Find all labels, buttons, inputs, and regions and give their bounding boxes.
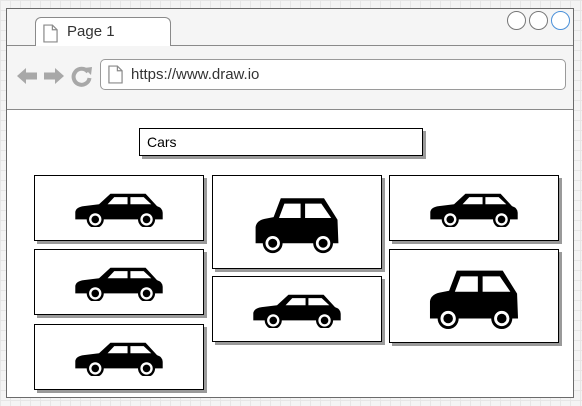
tab-label: Page 1 <box>67 23 115 40</box>
document-icon <box>108 65 123 84</box>
result-card[interactable] <box>389 175 559 241</box>
car-icon <box>71 189 167 227</box>
result-card[interactable] <box>212 276 382 342</box>
result-card[interactable] <box>34 249 204 315</box>
car-icon <box>71 263 167 301</box>
close-button[interactable] <box>551 11 570 30</box>
tab-page-1[interactable]: Page 1 <box>35 17 171 46</box>
address-bar[interactable]: https://www.draw.io <box>100 59 566 90</box>
window-controls <box>507 11 570 30</box>
car-icon <box>426 189 522 227</box>
url-text: https://www.draw.io <box>131 66 260 83</box>
car-icon <box>252 191 342 254</box>
car-icon <box>249 290 345 328</box>
minimize-button[interactable] <box>507 11 526 30</box>
arrow-left-icon[interactable] <box>16 67 38 85</box>
reload-icon[interactable] <box>71 65 93 87</box>
search-value: Cars <box>147 134 177 150</box>
tab-bar: Page 1 <box>7 9 573 46</box>
car-icon <box>426 263 522 330</box>
result-card[interactable] <box>34 175 204 241</box>
browser-toolbar: https://www.draw.io <box>7 46 573 110</box>
result-card[interactable] <box>389 249 559 343</box>
page-content: Cars <box>7 110 573 397</box>
result-card[interactable] <box>212 175 382 269</box>
browser-window: Page 1 https://www.draw.io Cars <box>6 8 574 398</box>
search-input[interactable]: Cars <box>139 128 423 156</box>
document-icon <box>43 24 58 43</box>
result-card[interactable] <box>34 324 204 390</box>
car-icon <box>71 338 167 376</box>
maximize-button[interactable] <box>529 11 548 30</box>
arrow-right-icon[interactable] <box>43 67 65 85</box>
